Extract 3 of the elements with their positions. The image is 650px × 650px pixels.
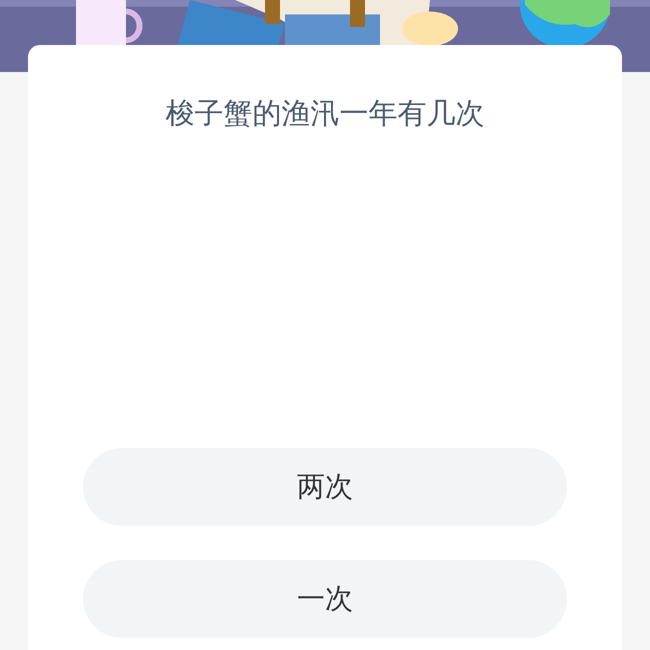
answer-option[interactable]: 一次 [83, 560, 567, 638]
answer-option[interactable]: 两次 [83, 448, 567, 526]
question-text: 梭子蟹的渔汛一年有几次 [164, 95, 486, 132]
